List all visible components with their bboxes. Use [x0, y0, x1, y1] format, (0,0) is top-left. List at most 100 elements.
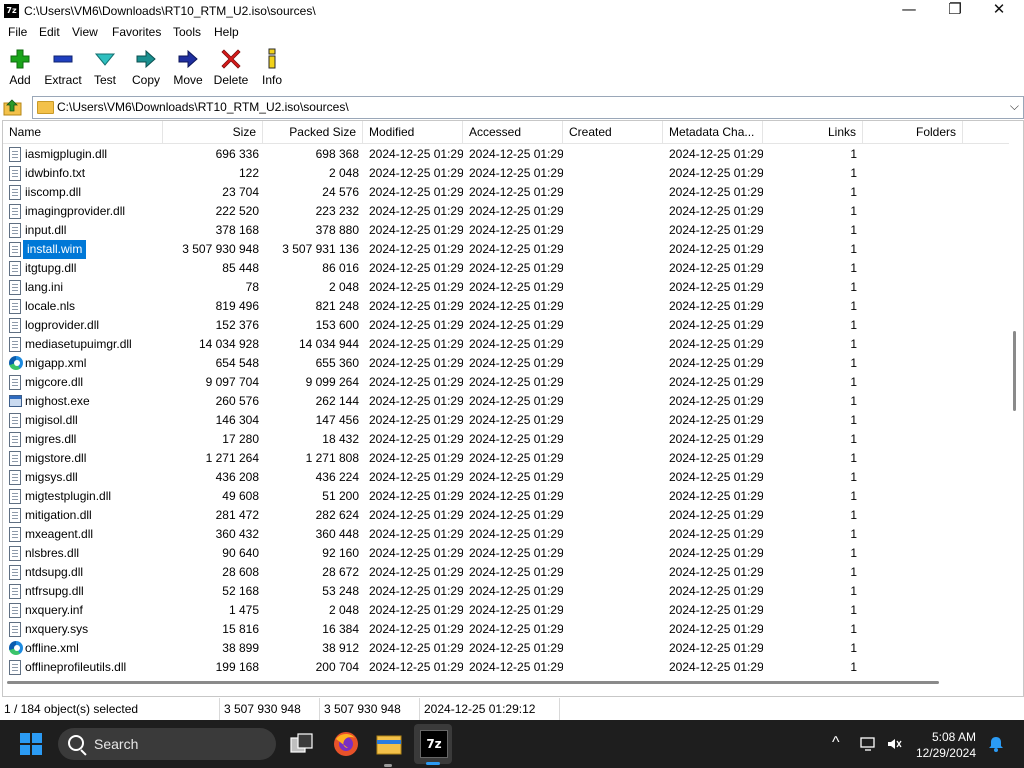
menu-favorites[interactable]: Favorites [112, 25, 161, 39]
move-button[interactable]: Move [170, 42, 206, 94]
test-button[interactable]: Test [88, 42, 122, 94]
window-title: C:\Users\VM6\Downloads\RT10_RTM_U2.iso\s… [24, 4, 316, 18]
table-row[interactable]: mediasetupuimgr.dll 14 034 928 14 034 944 2… [3, 335, 1009, 354]
folder-up-icon[interactable] [3, 98, 23, 116]
table-row[interactable]: migtestplugin.dll 49 608 51 200 2024-12-25 … [3, 487, 1009, 506]
address-input[interactable]: C:\Users\VM6\Downloads\RT10_RTM_U2.iso\s… [32, 96, 1024, 119]
cell-links: 1 [850, 280, 857, 294]
extract-button[interactable]: Extract [40, 42, 86, 94]
cell-modified: 2024-12-25 01:29 [369, 223, 463, 237]
file-icon [9, 470, 21, 485]
table-row[interactable]: imagingprovider.dll 222 520 223 232 2024-12… [3, 202, 1009, 221]
add-button[interactable]: Add [2, 42, 38, 94]
cell-packed-size: 262 144 [315, 394, 359, 408]
windows-start-icon[interactable] [20, 733, 42, 755]
cell-metadata-changed: 2024-12-25 01:29 [669, 565, 763, 579]
cell-packed-size: 200 704 [315, 660, 359, 674]
firefox-icon[interactable] [332, 730, 360, 758]
table-row[interactable]: idwbinfo.txt 122 2 048 2024-12-25 01:29 2024… [3, 164, 1009, 183]
cell-name: migapp.xml [3, 354, 163, 373]
cell-accessed: 2024-12-25 01:29 [469, 413, 563, 427]
table-row[interactable]: migres.dll 17 280 18 432 2024-12-25 01:29 20… [3, 430, 1009, 449]
column-metadata-changed[interactable]: Metadata Cha... [663, 121, 763, 143]
table-row[interactable]: migcore.dll 9 097 704 9 099 264 2024-12-25 … [3, 373, 1009, 392]
cell-metadata-changed: 2024-12-25 01:29 [669, 603, 763, 617]
table-row[interactable]: offline.xml 38 899 38 912 2024-12-25 01:29 2… [3, 639, 1009, 658]
column-created[interactable]: Created [563, 121, 663, 143]
table-row-selected[interactable]: install.wim 3 507 930 948 3 507 931 136 202… [3, 240, 1009, 259]
copy-button[interactable]: Copy [128, 42, 164, 94]
taskbar-clock[interactable]: 5:08 AM 12/29/2024 [906, 729, 976, 761]
table-row[interactable]: lang.ini 78 2 048 2024-12-25 01:29 2024-12-2… [3, 278, 1009, 297]
close-button[interactable]: ✕ [976, 0, 1022, 22]
column-links[interactable]: Links [763, 121, 863, 143]
file-icon [9, 280, 21, 295]
minimize-button[interactable]: — [886, 0, 932, 22]
task-view-icon[interactable] [288, 730, 316, 758]
horizontal-scrollbar[interactable] [7, 681, 939, 684]
cell-metadata-changed: 2024-12-25 01:29 [669, 622, 763, 636]
table-row[interactable]: ntfrsupg.dll 52 168 53 248 2024-12-25 01:29… [3, 582, 1009, 601]
table-row[interactable]: migapp.xml 654 548 655 360 2024-12-25 01:29… [3, 354, 1009, 373]
status-packed-size: 3 507 930 948 [320, 698, 420, 720]
table-row[interactable]: locale.nls 819 496 821 248 2024-12-25 01:29… [3, 297, 1009, 316]
column-name[interactable]: Name [3, 121, 163, 143]
cell-metadata-changed: 2024-12-25 01:29 [669, 204, 763, 218]
table-row[interactable]: iiscomp.dll 23 704 24 576 2024-12-25 01:29 2… [3, 183, 1009, 202]
table-row[interactable]: input.dll 378 168 378 880 2024-12-25 01:29 2… [3, 221, 1009, 240]
column-accessed[interactable]: Accessed [463, 121, 563, 143]
cell-packed-size: 147 456 [315, 413, 359, 427]
network-icon[interactable] [860, 736, 878, 752]
info-button[interactable]: Info [256, 42, 288, 94]
table-row[interactable]: itgtupg.dll 85 448 86 016 2024-12-25 01:29 2… [3, 259, 1009, 278]
table-row[interactable]: migstore.dll 1 271 264 1 271 808 2024-12-25… [3, 449, 1009, 468]
volume-muted-icon[interactable] [886, 736, 902, 752]
tray-chevron-up-icon[interactable]: ^ [832, 734, 840, 752]
cell-created [569, 411, 663, 430]
table-row[interactable]: mitigation.dll 281 472 282 624 2024-12-25 0… [3, 506, 1009, 525]
file-list[interactable]: Name Size Packed Size Modified Accessed … [2, 120, 1024, 697]
cell-metadata-changed: 2024-12-25 01:29 [669, 318, 763, 332]
status-modified: 2024-12-25 01:29:12 [420, 698, 560, 720]
cell-accessed: 2024-12-25 01:29 [469, 299, 563, 313]
cell-modified: 2024-12-25 01:29 [369, 185, 463, 199]
table-row[interactable]: mxeagent.dll 360 432 360 448 2024-12-25 01:… [3, 525, 1009, 544]
chevron-down-icon[interactable]: ⌵ [1010, 99, 1019, 114]
table-row[interactable]: migisol.dll 146 304 147 456 2024-12-25 01:2… [3, 411, 1009, 430]
menu-tools[interactable]: Tools [173, 25, 201, 39]
table-row[interactable]: migsys.dll 436 208 436 224 2024-12-25 01:29… [3, 468, 1009, 487]
folder-icon [37, 101, 54, 114]
table-row[interactable]: logprovider.dll 152 376 153 600 2024-12-25 … [3, 316, 1009, 335]
extract-label: Extract [44, 73, 82, 87]
column-folders[interactable]: Folders [863, 121, 963, 143]
file-name: nxquery.sys [25, 622, 89, 636]
menu-file[interactable]: File [8, 25, 27, 39]
column-packed-size[interactable]: Packed Size [263, 121, 363, 143]
maximize-button[interactable]: ❐ [932, 0, 978, 22]
table-row[interactable]: iasmigplugin.dll 696 336 698 368 2024-12-25… [3, 145, 1009, 164]
7zip-active-indicator [426, 762, 440, 765]
delete-button[interactable]: Delete [210, 42, 252, 94]
menu-help[interactable]: Help [214, 25, 239, 39]
table-row[interactable]: nxquery.sys 15 816 16 384 2024-12-25 01:29 2… [3, 620, 1009, 639]
file-explorer-icon[interactable] [375, 730, 403, 758]
column-size[interactable]: Size [163, 121, 263, 143]
cell-links: 1 [850, 356, 857, 370]
cell-links: 1 [850, 546, 857, 560]
table-row[interactable]: nxquery.inf 1 475 2 048 2024-12-25 01:29 202… [3, 601, 1009, 620]
column-modified[interactable]: Modified [363, 121, 463, 143]
file-icon [9, 299, 21, 314]
table-row[interactable]: offlineprofileutils.dll 199 168 200 704 202… [3, 658, 1009, 677]
menu-view[interactable]: View [72, 25, 98, 39]
7zip-taskbar-button[interactable]: 7z [414, 724, 452, 765]
cell-modified: 2024-12-25 01:29 [369, 546, 463, 560]
table-row[interactable]: mighost.exe 260 576 262 144 2024-12-25 01:2… [3, 392, 1009, 411]
table-row[interactable]: nlsbres.dll 90 640 92 160 2024-12-25 01:29 2… [3, 544, 1009, 563]
taskbar-search[interactable]: Search [58, 728, 276, 760]
vertical-scrollbar[interactable] [1013, 331, 1016, 411]
table-row[interactable]: ntdsupg.dll 28 608 28 672 2024-12-25 01:29 2… [3, 563, 1009, 582]
cell-size: 15 816 [222, 622, 259, 636]
file-icon [9, 337, 21, 352]
menu-edit[interactable]: Edit [39, 25, 60, 39]
notification-bell-icon[interactable] [988, 736, 1004, 752]
